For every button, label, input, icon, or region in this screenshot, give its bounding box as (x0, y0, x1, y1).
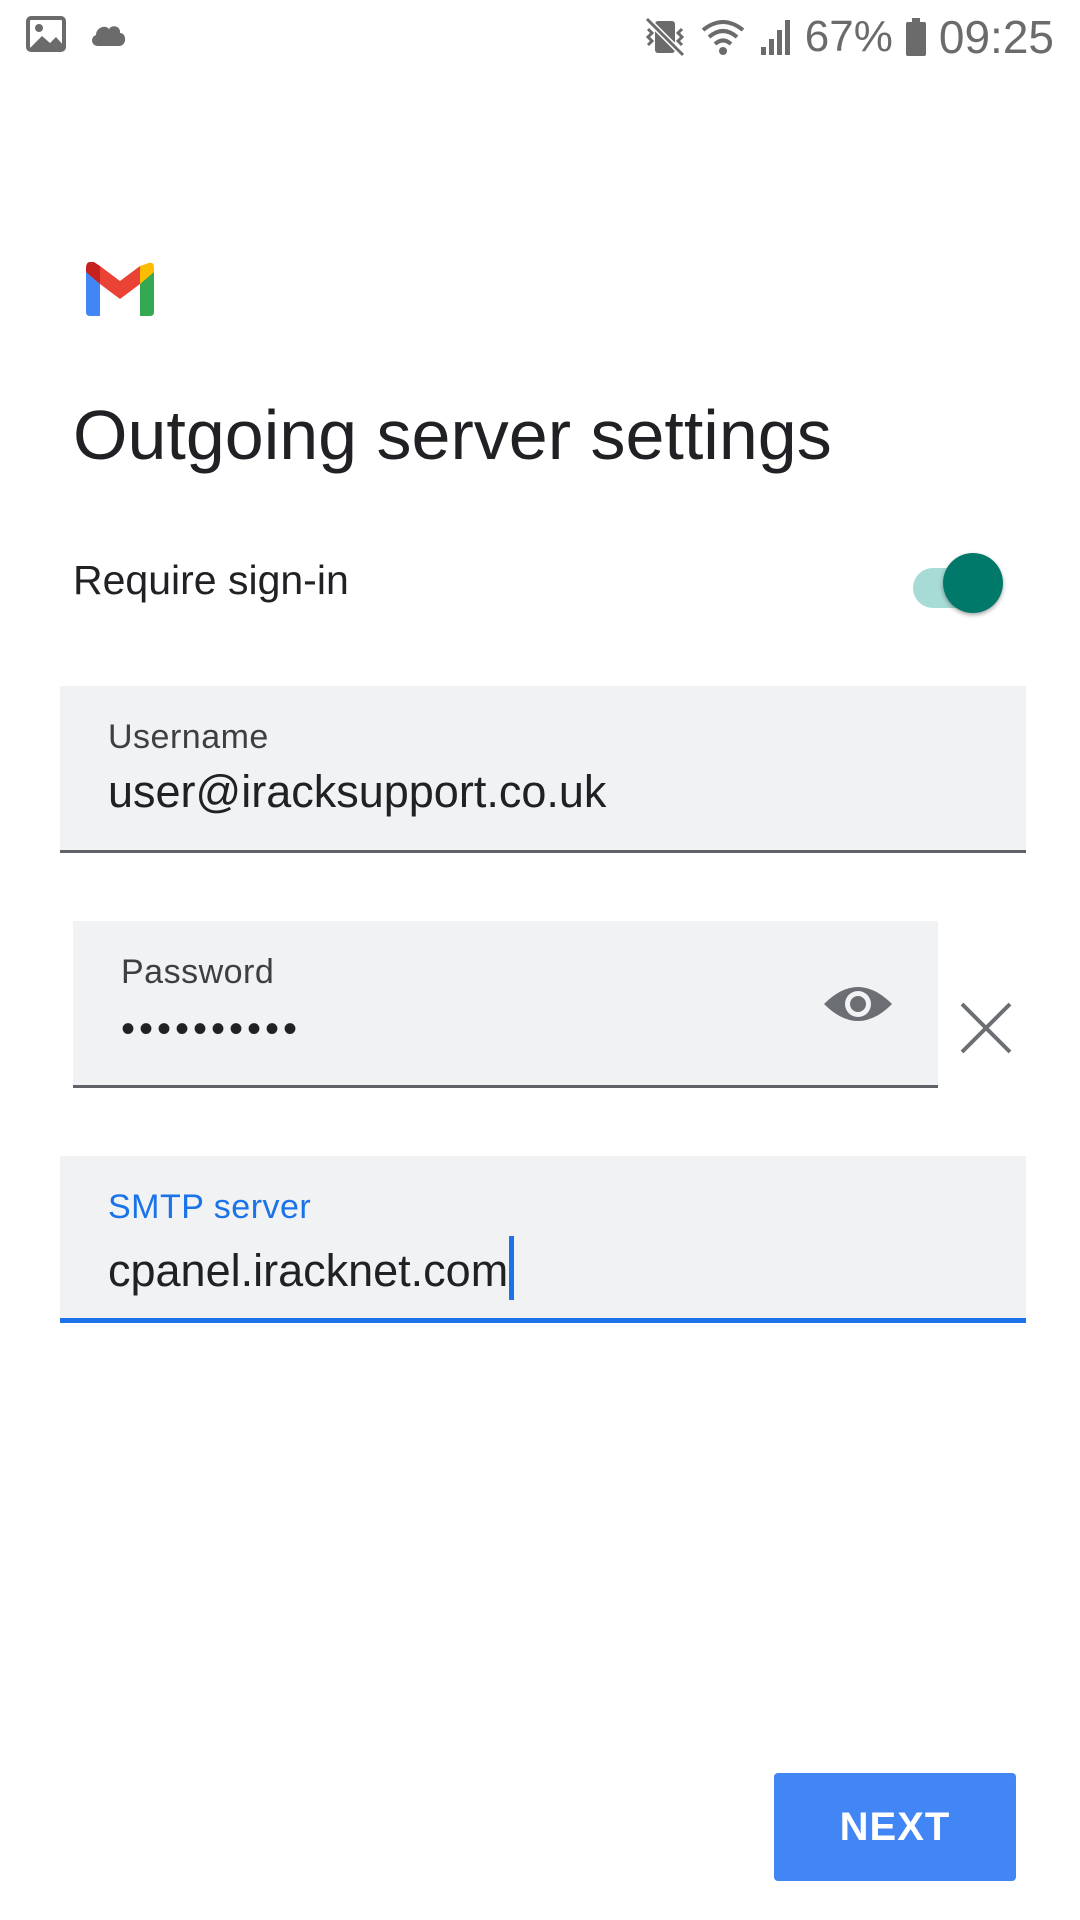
username-value: user@iracksupport.co.uk (108, 766, 607, 817)
require-signin-toggle[interactable] (907, 553, 1003, 613)
page-title: Outgoing server settings (73, 396, 832, 474)
close-icon[interactable] (958, 1000, 1014, 1056)
battery-percent: 67% (804, 12, 893, 61)
password-value: •••••••••• (121, 1007, 302, 1051)
require-signin-row: Require sign-in (73, 553, 1013, 613)
wifi-icon (701, 20, 745, 55)
cloud-icon (92, 26, 126, 46)
require-signin-label: Require sign-in (73, 557, 349, 603)
status-right: 67% 09:25 (643, 10, 1054, 64)
toggle-thumb (943, 553, 1003, 613)
text-cursor (509, 1236, 515, 1300)
battery-icon (905, 18, 926, 56)
gallery-icon (26, 16, 66, 52)
status-left (26, 16, 128, 52)
eye-icon[interactable] (822, 980, 894, 1028)
vibrate-mute-icon (644, 16, 685, 58)
smtp-server-label: SMTP server (108, 1188, 312, 1226)
password-field[interactable]: Password •••••••••• (73, 921, 938, 1088)
password-label: Password (121, 953, 275, 991)
next-button[interactable]: NEXT (774, 1773, 1016, 1881)
smtp-server-value-wrap: cpanel.iracknet.com (108, 1236, 515, 1300)
signal-icon (760, 20, 790, 55)
clock: 09:25 (938, 11, 1054, 63)
username-field[interactable]: Username user@iracksupport.co.uk (60, 686, 1026, 853)
gmail-logo (86, 262, 154, 316)
smtp-server-field[interactable]: SMTP server cpanel.iracknet.com (60, 1156, 1026, 1323)
status-bar: 67% 09:25 (0, 0, 1080, 80)
username-label: Username (108, 718, 269, 756)
smtp-server-value: cpanel.iracknet.com (108, 1245, 509, 1296)
